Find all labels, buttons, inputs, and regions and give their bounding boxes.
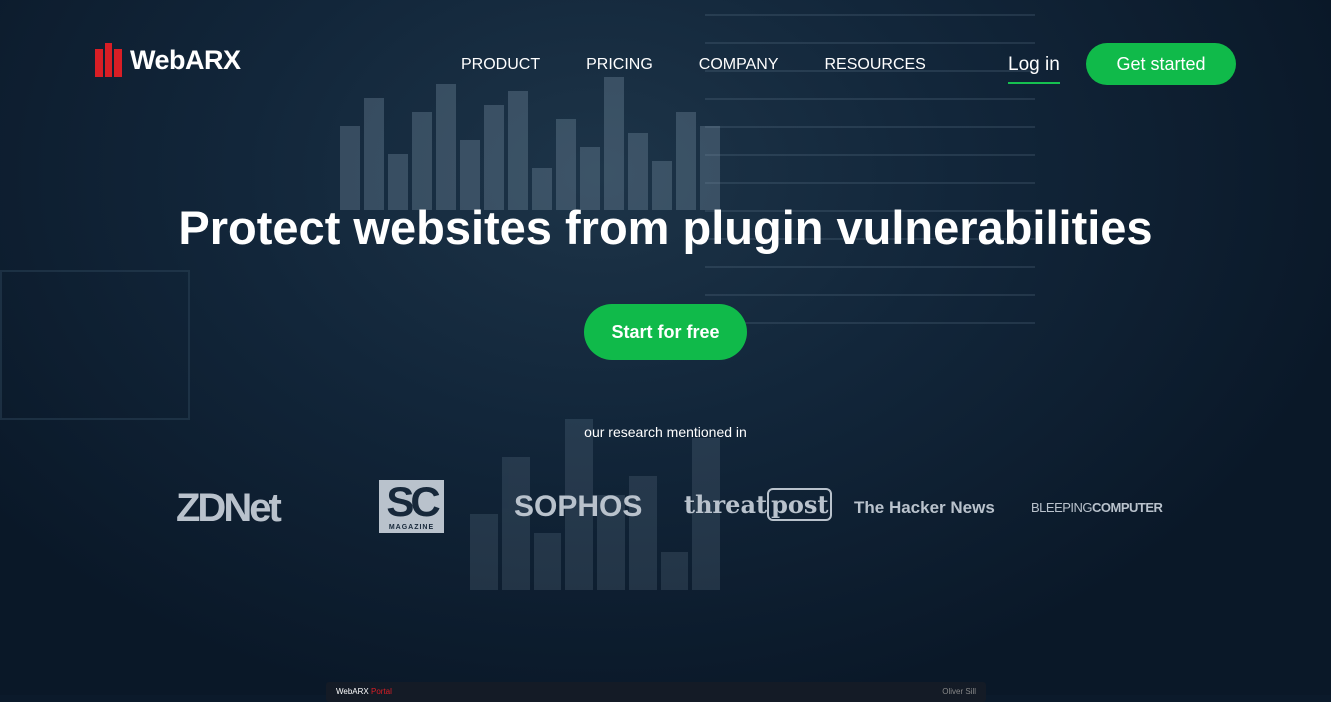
computer-text: COMPUTER	[1092, 500, 1163, 515]
threatpost-logo: threat post	[684, 488, 833, 521]
sc-sub: MAGAZINE	[388, 524, 435, 531]
login-link[interactable]: Log in	[1008, 54, 1060, 84]
nav-pricing[interactable]: PRICING	[586, 56, 653, 74]
sc-text: SC	[386, 478, 440, 525]
sophos-logo: SOPHOS	[514, 490, 643, 523]
press-logos: ZDNet SC MAGAZINE SOPHOS threat post The H…	[0, 478, 1331, 538]
mentioned-in-label: our research mentioned in	[584, 424, 747, 440]
webarx-logo-icon	[95, 43, 123, 77]
nav-resources[interactable]: RESOURCES	[825, 56, 926, 74]
logo-text: WebARX	[130, 44, 241, 75]
start-for-free-button[interactable]: Start for free	[584, 304, 747, 360]
portal-user: Oliver Sill	[942, 687, 976, 696]
logo[interactable]: WebARX	[95, 43, 241, 77]
nav-company[interactable]: COMPANY	[699, 56, 779, 74]
get-started-button[interactable]: Get started	[1086, 43, 1236, 85]
main-nav: PRODUCT PRICING COMPANY RESOURCES	[461, 56, 926, 74]
zdnet-logo: ZDNet	[176, 486, 282, 530]
bleeping-computer-logo: BLEEPINGCOMPUTER	[1031, 500, 1163, 515]
portal-preview: WebARX Portal Oliver Sill	[326, 682, 986, 702]
background-screen-decoration	[0, 270, 190, 420]
portal-brand: WebARX Portal	[336, 687, 392, 697]
nav-product[interactable]: PRODUCT	[461, 56, 540, 74]
hero-title: Protect websites from plugin vulnerabili…	[178, 201, 1153, 254]
hacker-news-logo: The Hacker News	[854, 498, 995, 517]
sc-magazine-logo: SC MAGAZINE	[379, 480, 444, 533]
bleeping-text: BLEEPING	[1031, 500, 1093, 515]
site-header: WebARX PRODUCT PRICING COMPANY RESOURCES…	[0, 0, 1331, 120]
post-text: post	[767, 488, 833, 521]
threat-text: threat	[684, 490, 768, 519]
